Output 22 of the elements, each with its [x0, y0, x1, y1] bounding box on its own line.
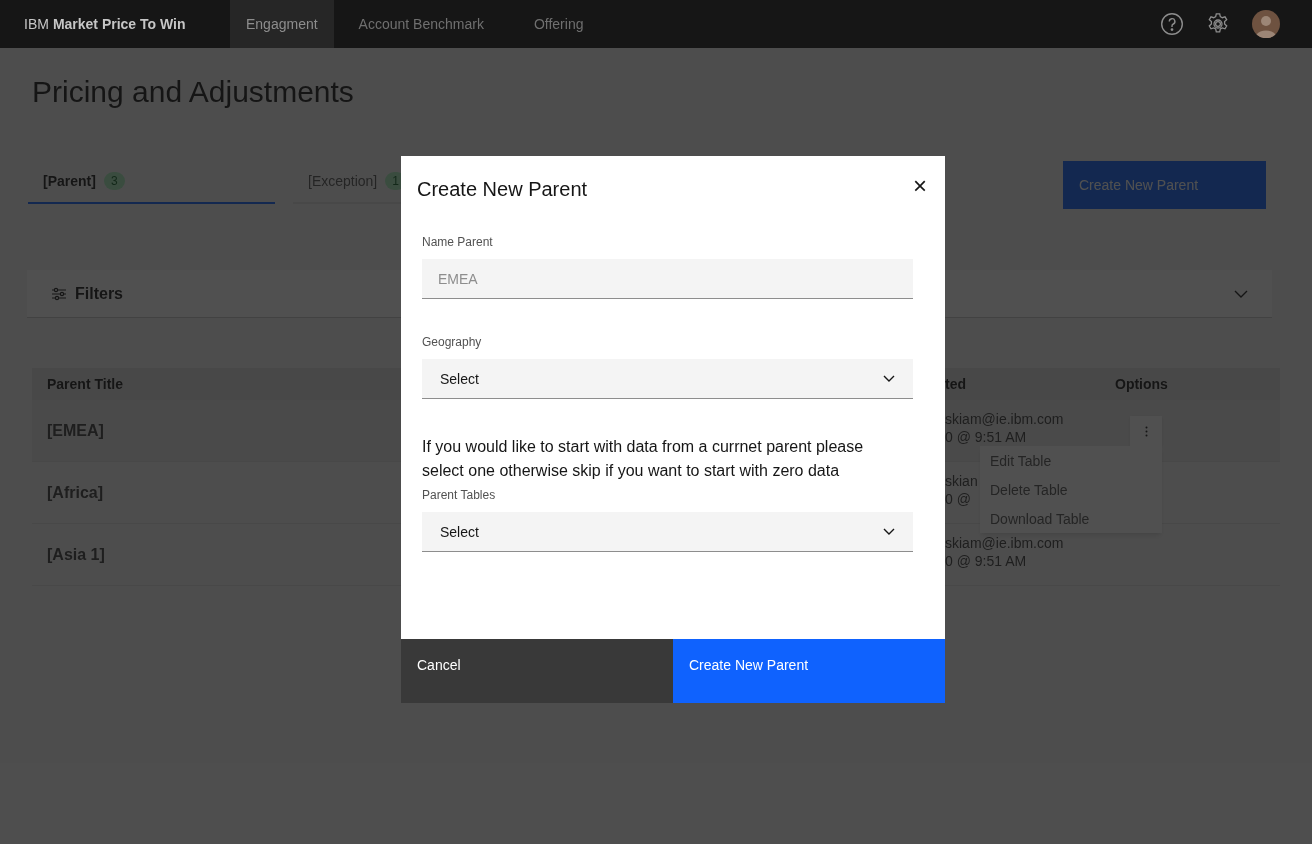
- avatar-icon[interactable]: [1252, 10, 1280, 38]
- close-button[interactable]: ×: [913, 176, 927, 196]
- page-title: Pricing and Adjustments: [32, 74, 355, 110]
- create-button[interactable]: Create New Parent: [673, 639, 945, 703]
- field-label: Parent Tables: [422, 487, 496, 503]
- field-label: Name Parent: [422, 234, 493, 250]
- chevron-down-icon: [883, 528, 895, 535]
- chevron-down-icon: [883, 375, 895, 382]
- brand-prefix: IBM: [24, 15, 49, 34]
- nav-tab[interactable]: Account Benchmark: [342, 0, 500, 48]
- modal-title: Create New Parent: [417, 177, 588, 202]
- cancel-button[interactable]: Cancel: [401, 639, 673, 703]
- help-icon[interactable]: [1160, 12, 1184, 36]
- filters-label: Filters: [75, 283, 123, 304]
- instruction-text: If you would like to start with data from a currnet parent please select one otherwise skip if you want to start with zero data: [422, 437, 865, 481]
- geography-select[interactable]: Select: [422, 359, 913, 399]
- nav-tab[interactable]: Engagment: [230, 0, 334, 48]
- brand-name: Market Price To Win: [52, 15, 186, 34]
- parent-tables-select[interactable]: Select: [422, 512, 913, 552]
- nav-tab[interactable]: Offering: [517, 0, 600, 48]
- field-label: Geography: [422, 334, 482, 350]
- name-input-field[interactable]: EMEA: [422, 259, 913, 299]
